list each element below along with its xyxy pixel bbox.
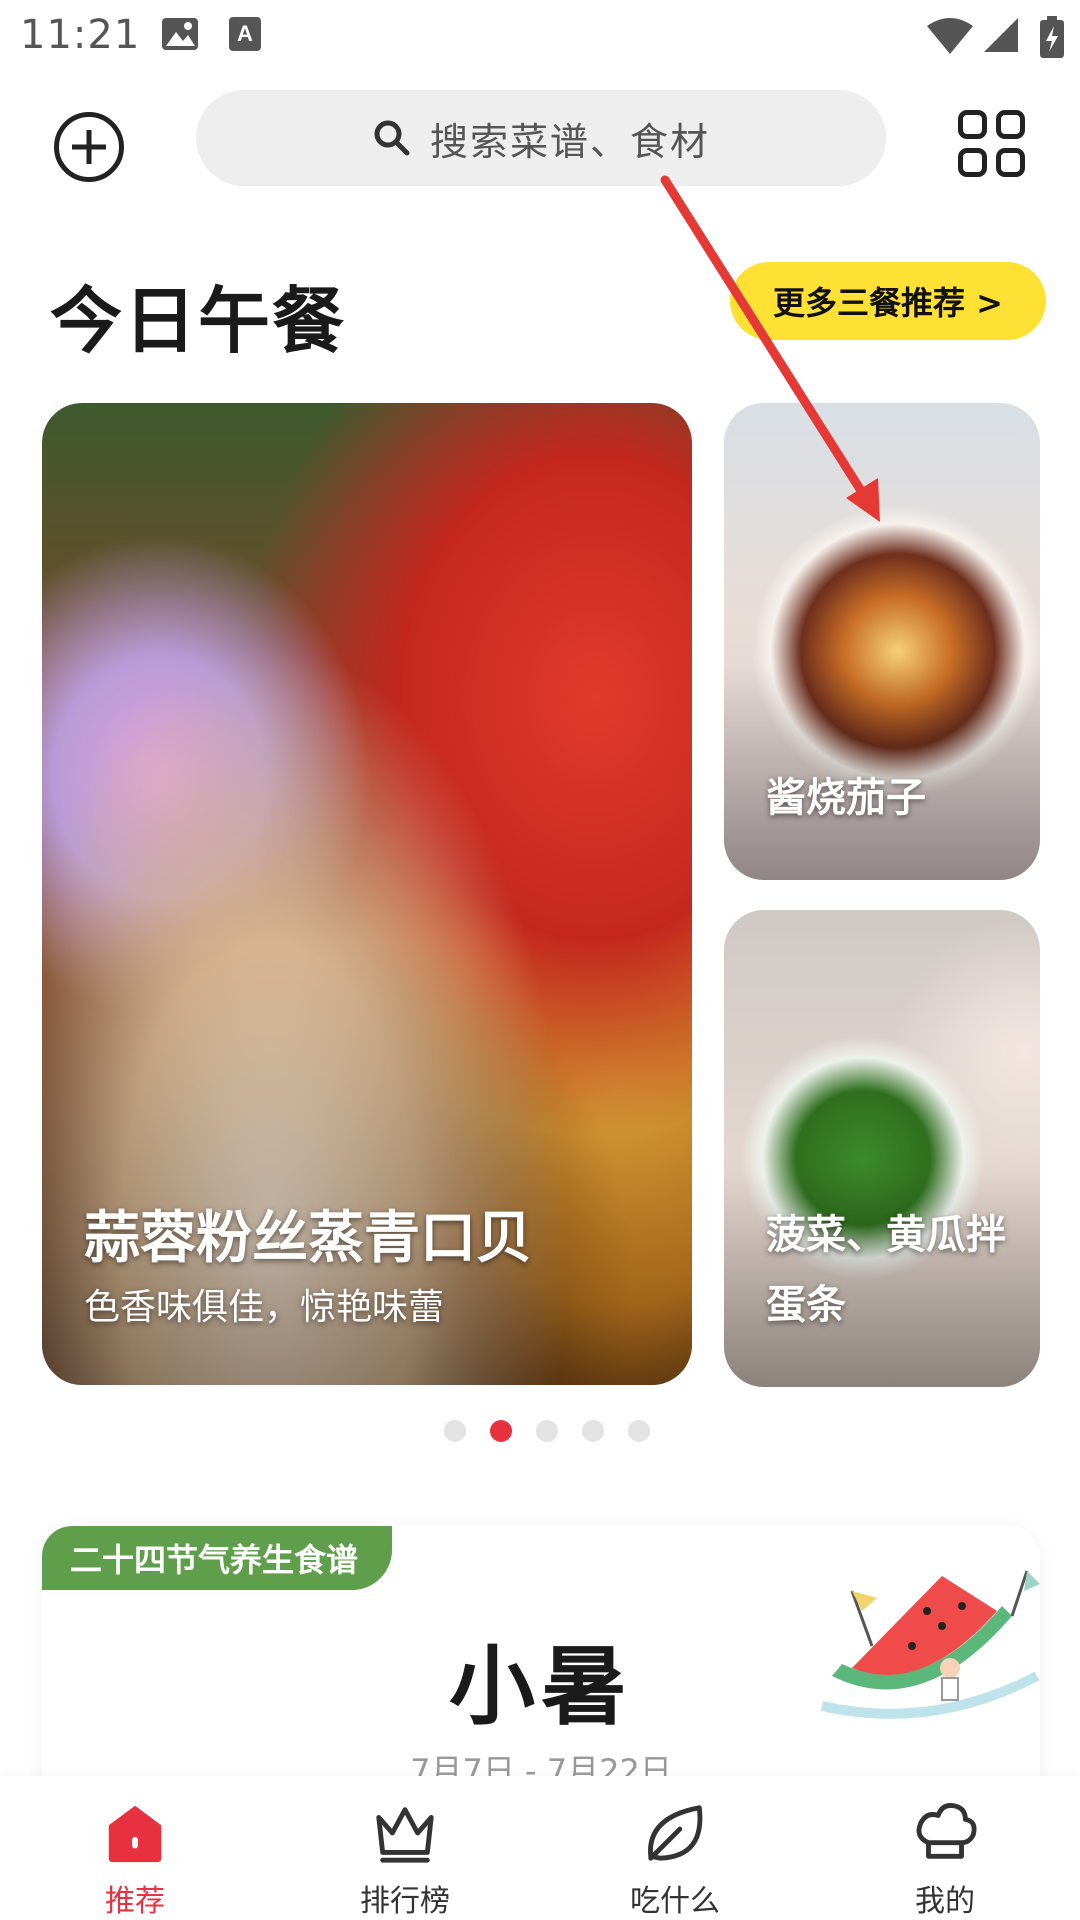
grid-cell-icon: [958, 148, 987, 177]
watermelon-illustration: [820, 1570, 1040, 1719]
grid-cell-icon: [958, 110, 987, 139]
add-button[interactable]: [54, 112, 124, 182]
nav-tab-mine[interactable]: 我的: [810, 1776, 1080, 1920]
recipe-card-side[interactable]: 菠菜、黄瓜拌蛋条: [724, 910, 1040, 1387]
cellular-signal-icon: [984, 18, 1018, 52]
crown-icon: [376, 1807, 434, 1863]
battery-charging-icon: [1040, 16, 1064, 58]
nav-tab-recommend[interactable]: 推荐: [0, 1776, 270, 1920]
chef-hat-icon: [916, 1803, 977, 1859]
pager-dot-active[interactable]: [490, 1420, 512, 1442]
nav-label: 推荐: [105, 1884, 165, 1919]
image-notification-icon: [162, 18, 198, 50]
text-notification-icon: A: [229, 17, 261, 51]
recipe-title: 酱烧茄子: [766, 775, 926, 821]
app-screen: 11:21 A 搜索菜谱、食材 今日午餐 更多三餐推荐 > 蒜蓉粉丝蒸青口贝 色…: [0, 0, 1080, 1920]
home-icon: [108, 1805, 162, 1863]
search-input[interactable]: 搜索菜谱、食材: [196, 90, 886, 186]
nav-label: 排行榜: [360, 1884, 450, 1919]
grid-cell-icon: [996, 148, 1025, 177]
grid-cell-icon: [996, 110, 1025, 139]
nav-tab-what-to-eat[interactable]: 吃什么: [540, 1776, 810, 1920]
pager-dot[interactable]: [536, 1420, 558, 1442]
nav-label: 吃什么: [630, 1884, 720, 1919]
recipe-title: 菠菜、黄瓜拌蛋条: [766, 1212, 1006, 1328]
recipe-title: 蒜蓉粉丝蒸青口贝: [84, 1206, 532, 1271]
pager-dot[interactable]: [444, 1420, 466, 1442]
nav-label: 我的: [915, 1884, 975, 1919]
pager-dot[interactable]: [582, 1420, 604, 1442]
bottom-nav: 推荐 排行榜 吃什么 我的: [0, 1776, 1080, 1920]
solar-term-tag: 二十四节气养生食谱: [42, 1526, 393, 1590]
status-bar: 11:21 A: [0, 0, 1080, 72]
recipe-card-main[interactable]: 蒜蓉粉丝蒸青口贝 色香味俱佳，惊艳味蕾: [42, 403, 692, 1385]
recipe-card-side[interactable]: 酱烧茄子: [724, 403, 1040, 880]
category-grid-button[interactable]: [958, 110, 1028, 180]
status-time: 11:21: [20, 12, 141, 58]
carousel-pager: [444, 1420, 650, 1442]
svg-text:A: A: [237, 21, 253, 46]
more-meals-button[interactable]: 更多三餐推荐 >: [730, 262, 1046, 340]
recipe-subtitle: 色香味俱佳，惊艳味蕾: [84, 1287, 445, 1328]
section-title: 今日午餐: [50, 279, 347, 363]
wifi-icon: [927, 18, 973, 54]
pager-dot[interactable]: [628, 1420, 650, 1442]
nav-tab-ranking[interactable]: 排行榜: [270, 1776, 540, 1920]
search-icon: [374, 120, 410, 156]
leaf-icon: [648, 1805, 703, 1861]
search-placeholder: 搜索菜谱、食材: [429, 119, 710, 164]
